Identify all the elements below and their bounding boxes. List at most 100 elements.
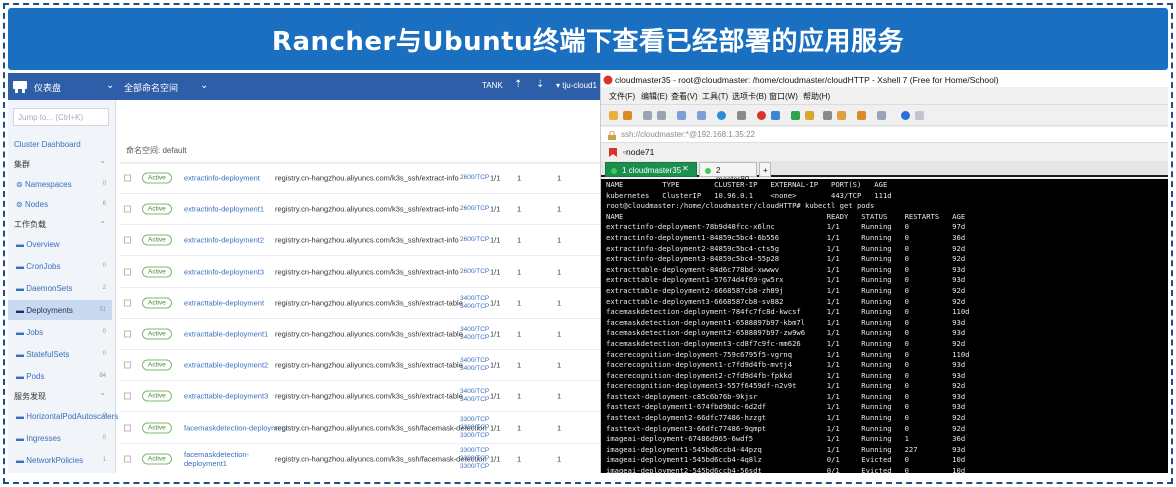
script-icon[interactable]: [857, 111, 866, 120]
menu-edit[interactable]: 编辑(E): [641, 91, 668, 102]
lock-icon[interactable]: [805, 111, 814, 120]
row-checkbox[interactable]: [124, 424, 131, 432]
sidebar-item-namespaces[interactable]: ⊚ Namespaces 0: [8, 174, 112, 194]
deployment-name-link[interactable]: facemaskdetection- deployment1: [184, 450, 272, 468]
paste-icon[interactable]: [657, 111, 666, 120]
deployment-name-link[interactable]: extracttable-deployment3: [184, 392, 272, 401]
image-name: registry.cn-hangzhou.aliyuncs.com/k3s_ss…: [275, 360, 463, 370]
bookmark-icon[interactable]: [609, 148, 617, 157]
ports-link[interactable]: 3400/TCP 3400/TCP: [460, 326, 489, 342]
font-icon[interactable]: [737, 111, 746, 120]
jump-input[interactable]: Jump to... (Ctrl+K): [13, 108, 109, 126]
sidebar-item-cronjobs[interactable]: ▬ CronJobs 0: [8, 256, 112, 276]
layout-icon[interactable]: [791, 111, 800, 120]
sidebar-item-jobs[interactable]: ▬ Jobs 0: [8, 322, 112, 342]
sidebar-item-deployments[interactable]: ▬ Deployments 51: [8, 300, 112, 320]
deployment-name-link[interactable]: extractinfo-deployment: [184, 174, 272, 183]
table-row[interactable]: Active extractinfo-deployment3 registry.cn…: [120, 257, 600, 288]
tab-master80[interactable]: 2 master80: [699, 162, 757, 184]
close-icon[interactable]: ✕: [682, 164, 689, 173]
ports-link[interactable]: 3300/TCP 3300/TCP 3300/TCP: [460, 416, 489, 440]
table-row[interactable]: Active extractinfo-deployment registry.cn-…: [120, 163, 600, 194]
row-checkbox[interactable]: [124, 361, 131, 369]
keyboard-icon[interactable]: [823, 111, 832, 120]
table-row[interactable]: Active extracttable-deployment2 registry.c…: [120, 350, 600, 382]
session-link[interactable]: ▫node71: [623, 147, 654, 157]
search-icon[interactable]: [677, 111, 686, 120]
chevron-down-icon[interactable]: ⌄: [106, 80, 114, 91]
transfer-icon[interactable]: [771, 111, 780, 120]
sidebar-item-label: Jobs: [26, 327, 44, 337]
ports-link[interactable]: 3400/TCP 3400/TCP: [460, 388, 489, 404]
copy-icon[interactable]: [643, 111, 652, 120]
download-icon[interactable]: ⇣: [536, 79, 544, 90]
row-checkbox[interactable]: [124, 330, 131, 338]
table-row[interactable]: Active extracttable-deployment3 registry.c…: [120, 381, 600, 413]
window-icon[interactable]: [877, 111, 886, 120]
sidebar-item-overview[interactable]: ▬ Overview: [8, 234, 112, 254]
dashboard-link[interactable]: 仪表盘: [34, 81, 61, 94]
menu-view[interactable]: 查看(V): [671, 91, 698, 102]
cluster-switcher[interactable]: ▾ tju-cloud1: [556, 81, 597, 90]
help-icon[interactable]: [901, 111, 910, 120]
ports-link[interactable]: 2600/TCP: [460, 268, 489, 276]
menu-help[interactable]: 帮助(H): [803, 91, 830, 102]
row-checkbox[interactable]: [124, 392, 131, 400]
row-checkbox[interactable]: [124, 205, 131, 213]
sidebar-item-networkpolicies[interactable]: ▬ NetworkPolicies 1: [8, 450, 112, 470]
sidebar-item-cluster-dashboard[interactable]: Cluster Dashboard: [8, 134, 112, 154]
terminal-output[interactable]: NAME TYPE CLUSTER-IP EXTERNAL-IP PORT(S)…: [601, 179, 1168, 473]
chevron-down-icon[interactable]: ⌄: [200, 80, 208, 91]
ports-link[interactable]: 3300/TCP 3300/TCP 3300/TCP: [460, 447, 489, 471]
menu-tabs[interactable]: 选项卡(B): [732, 91, 767, 102]
sidebar-item-count: 0: [102, 263, 106, 269]
open-folder-icon[interactable]: [623, 111, 632, 120]
row-checkbox[interactable]: [124, 268, 131, 276]
globe-icon[interactable]: [717, 111, 726, 120]
table-row[interactable]: Active facemaskdetection- deployment1 regi…: [120, 444, 600, 473]
menu-file[interactable]: 文件(F): [609, 91, 635, 102]
deployment-name-link[interactable]: extracttable-deployment2: [184, 361, 272, 370]
sidebar-group-workloads[interactable]: 工作负载 ⌃: [8, 214, 112, 234]
row-checkbox[interactable]: [124, 174, 131, 182]
menu-bar: 文件(F) 编辑(E) 查看(V) 工具(T) 选项卡(B) 窗口(W) 帮助(…: [601, 89, 1168, 103]
table-row[interactable]: Active facemaskdetection-deployment regist…: [120, 413, 600, 444]
deployment-name-link[interactable]: extractinfo-deployment1: [184, 205, 272, 214]
row-checkbox[interactable]: [124, 236, 131, 244]
upload-icon[interactable]: ⇡: [514, 79, 522, 90]
new-session-icon[interactable]: [609, 111, 618, 120]
xftp-icon[interactable]: [757, 111, 766, 120]
deployment-name-link[interactable]: extractinfo-deployment2: [184, 236, 272, 245]
sidebar-item-statefulsets[interactable]: ▬ StatefulSets 0: [8, 344, 112, 364]
deployment-name-link[interactable]: facemaskdetection-deployment: [184, 423, 288, 432]
chat-icon[interactable]: [915, 111, 924, 120]
menu-window[interactable]: 窗口(W): [769, 91, 798, 102]
address-bar[interactable]: ssh://cloudmaster:*@192.168.1.35:22: [601, 127, 1168, 143]
sidebar-group-cluster[interactable]: 集群 ⌃: [8, 154, 112, 174]
sidebar-group-service-discovery[interactable]: 服务发现 ⌃: [8, 386, 112, 406]
deployment-name-link[interactable]: extractinfo-deployment3: [184, 267, 272, 276]
sidebar-item-daemonsets[interactable]: ▬ DaemonSets 2: [8, 278, 112, 298]
sidebar-item-nodes[interactable]: ⊚ Nodes 6: [8, 194, 112, 214]
new-tab-button[interactable]: +: [759, 162, 771, 177]
deployment-name-link[interactable]: extracttable-deployment: [184, 298, 272, 307]
ports-link[interactable]: 2600/TCP: [460, 236, 489, 244]
sidebar-item-hpa[interactable]: ▬ HorizontalPodAutoscalers 0: [8, 406, 118, 426]
sidebar-item-ingresses[interactable]: ▬ Ingresses 0: [8, 428, 112, 448]
menu-tools[interactable]: 工具(T): [702, 91, 728, 102]
sidebar-item-pods[interactable]: ▬ Pods 84: [8, 366, 112, 386]
table-row[interactable]: Active extracttable-deployment1 registry.c…: [120, 319, 600, 350]
compose-icon[interactable]: [837, 111, 846, 120]
row-checkbox[interactable]: [124, 299, 131, 307]
deployment-name-link[interactable]: extracttable-deployment1: [184, 330, 272, 339]
table-row[interactable]: Active extracttable-deployment registry.cn…: [120, 288, 600, 319]
ports-link[interactable]: 2600/TCP: [460, 205, 489, 213]
table-row[interactable]: Active extractinfo-deployment1 registry.cn…: [120, 194, 600, 226]
namespace-select[interactable]: 全部命名空间: [124, 81, 178, 94]
ports-link[interactable]: 3400/TCP 3400/TCP: [460, 295, 489, 311]
row-checkbox[interactable]: [124, 455, 131, 463]
ports-link[interactable]: 2600/TCP: [460, 174, 489, 182]
ports-link[interactable]: 3400/TCP 3400/TCP: [460, 357, 489, 373]
print-icon[interactable]: [697, 111, 706, 120]
table-row[interactable]: Active extractinfo-deployment2 registry.cn…: [120, 225, 600, 257]
